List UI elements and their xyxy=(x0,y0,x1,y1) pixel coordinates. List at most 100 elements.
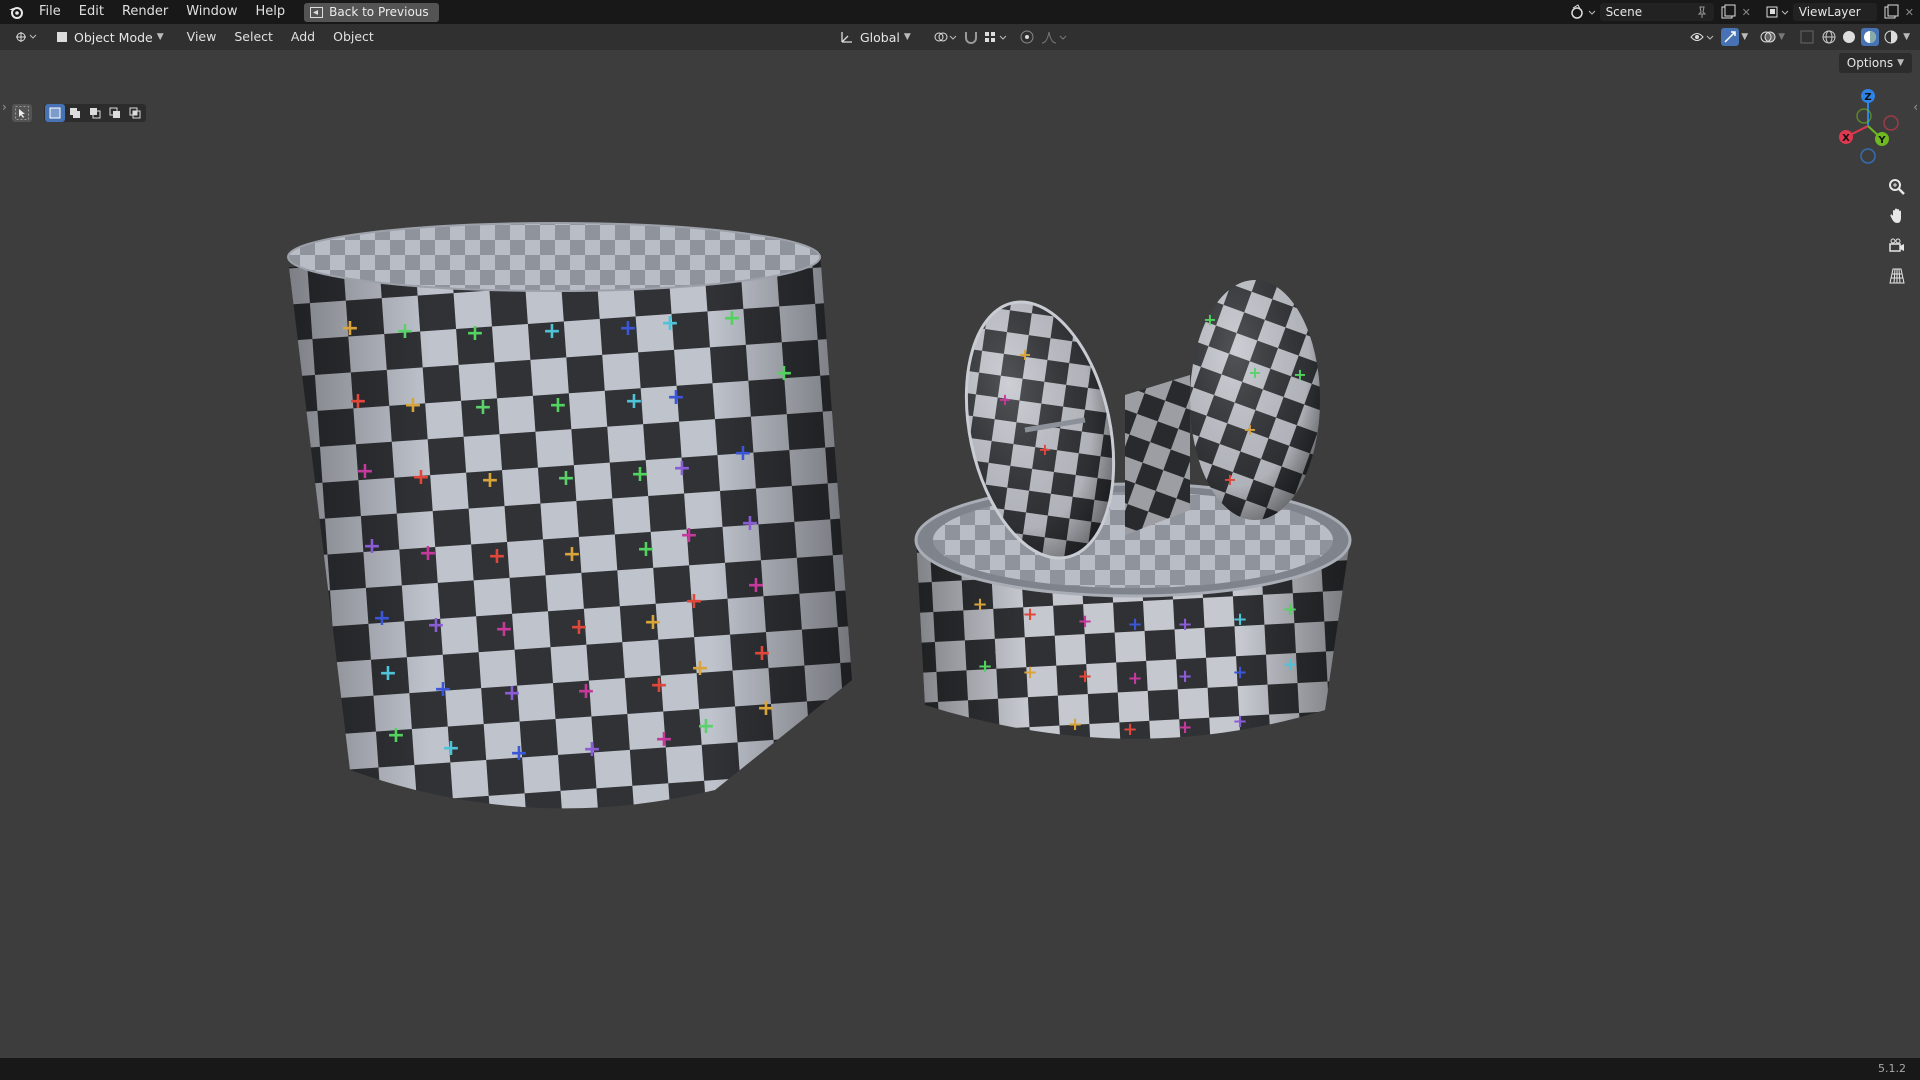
svg-text:+: + xyxy=(1177,666,1192,687)
chevron-down-icon: ▼ xyxy=(156,32,164,42)
sidebar-expand-arrow[interactable]: ‹ xyxy=(1913,100,1918,114)
svg-text:+: + xyxy=(379,661,397,686)
back-to-previous-button[interactable]: Back to Previous xyxy=(304,2,439,22)
rendered-shading-icon[interactable] xyxy=(1883,29,1899,45)
select-invert-button[interactable] xyxy=(105,104,125,122)
select-subtract-button[interactable] xyxy=(85,104,105,122)
svg-text:+: + xyxy=(481,468,499,493)
menu-add[interactable]: Add xyxy=(282,24,324,50)
transform-orientation-dropdown[interactable]: Global ▼ xyxy=(834,27,917,47)
select-new-icon xyxy=(49,107,61,119)
snap-target-icon[interactable] xyxy=(983,29,1009,45)
svg-text:+: + xyxy=(549,393,567,418)
options-label: Options xyxy=(1846,56,1894,70)
menu-view[interactable]: View xyxy=(178,24,226,50)
pan-button[interactable] xyxy=(1883,202,1911,230)
svg-text:+: + xyxy=(404,393,422,418)
snap-toggle-icon[interactable] xyxy=(963,29,979,45)
svg-text:+: + xyxy=(1022,662,1037,683)
new-scene-icon[interactable] xyxy=(1720,4,1736,20)
svg-text:+: + xyxy=(1022,604,1037,625)
options-dropdown[interactable]: Options ▼ xyxy=(1838,53,1912,73)
menu-edit[interactable]: Edit xyxy=(70,0,113,24)
svg-text:+: + xyxy=(723,306,741,331)
svg-text:+: + xyxy=(442,736,460,761)
camera-view-button[interactable] xyxy=(1883,232,1911,260)
svg-text:+: + xyxy=(356,459,374,484)
menu-file[interactable]: File xyxy=(30,0,70,24)
proportional-editing-icon[interactable] xyxy=(1019,29,1035,45)
menu-help[interactable]: Help xyxy=(247,0,295,24)
view-layer-field[interactable]: ViewLayer xyxy=(1792,3,1877,21)
svg-text:+: + xyxy=(543,319,561,344)
gizmo-y-label: Y xyxy=(1877,135,1886,146)
pivot-point-icon[interactable] xyxy=(933,29,959,45)
overlays-toggle-icon[interactable] xyxy=(1760,29,1776,45)
navigation-gizmo[interactable]: Z X Y xyxy=(1828,86,1908,166)
header-center-controls: Global ▼ xyxy=(834,24,1069,50)
camera-icon xyxy=(1889,238,1904,252)
svg-text:+: + xyxy=(427,613,445,638)
pin-icon[interactable] xyxy=(1696,6,1708,18)
select-intersect-button[interactable] xyxy=(125,104,145,122)
svg-text:+: + xyxy=(474,395,492,420)
svg-text:+: + xyxy=(563,542,581,567)
gizmo-dropdown-icon[interactable]: ▼ xyxy=(1741,32,1748,42)
select-tool-button[interactable] xyxy=(12,104,32,122)
menu-window[interactable]: Window xyxy=(177,0,246,24)
svg-text:+: + xyxy=(1223,470,1236,489)
svg-text:+: + xyxy=(661,311,679,336)
cylinder-object[interactable]: + + + + + + + + + + + + ++ + + + + + ++ + + + + ++ + + + + + +++ … xyxy=(287,222,852,809)
svg-text:+: + xyxy=(1203,310,1216,329)
delete-scene-icon[interactable]: ✕ xyxy=(1742,6,1751,19)
scene-browse-icon[interactable] xyxy=(1570,4,1596,20)
svg-text:+: + xyxy=(1038,440,1051,459)
svg-text:+: + xyxy=(972,594,987,615)
grid-icon xyxy=(1889,268,1905,284)
3d-viewport[interactable]: + + + + + + + + + + + + + + + + + + + + + + + + + + + + + + + + + + + … xyxy=(0,50,1920,1060)
select-invert-icon xyxy=(109,107,120,118)
svg-text:+: + xyxy=(1177,614,1192,635)
material-preview-shading-icon[interactable] xyxy=(1861,28,1880,46)
gizmo-toggle-icon[interactable] xyxy=(1721,28,1740,46)
svg-text:+: + xyxy=(1282,654,1297,675)
svg-text:+: + xyxy=(412,465,430,490)
menu-object[interactable]: Object xyxy=(324,24,383,50)
chevron-down-icon: ▼ xyxy=(1897,58,1904,68)
orientation-label: Global xyxy=(860,29,900,45)
select-new-button[interactable] xyxy=(45,104,65,122)
zoom-button[interactable] xyxy=(1883,173,1911,201)
proportional-falloff-icon[interactable] xyxy=(1041,29,1069,45)
chevron-down-icon: ▼ xyxy=(903,32,911,42)
scene-render[interactable]: + + + + + + + + + + + + + + + + + + + + + + + + + + + + + + + + + + + … xyxy=(0,50,1920,1060)
perspective-toggle-button[interactable] xyxy=(1883,262,1911,290)
back-icon xyxy=(310,6,324,18)
svg-text:+: + xyxy=(691,656,709,681)
wireframe-shading-icon[interactable] xyxy=(1821,29,1837,45)
svg-text:+: + xyxy=(583,737,601,762)
select-intersect-icon xyxy=(129,107,141,119)
menu-render[interactable]: Render xyxy=(113,0,177,24)
delete-view-layer-icon[interactable]: ✕ xyxy=(1905,6,1914,19)
view-layer-browse-icon[interactable] xyxy=(1765,4,1791,20)
scene-field[interactable]: Scene xyxy=(1599,3,1714,21)
editor-type-icon[interactable] xyxy=(14,30,40,44)
svg-text:+: + xyxy=(757,696,775,721)
toolbar-expand-arrow[interactable]: › xyxy=(2,100,7,114)
xray-toggle-icon[interactable] xyxy=(1799,29,1815,45)
blender-logo-icon[interactable] xyxy=(6,2,26,22)
svg-text:+: + xyxy=(396,319,414,344)
svg-text:+: + xyxy=(349,389,367,414)
svg-text:+: + xyxy=(977,656,992,677)
solid-shading-icon[interactable] xyxy=(1841,29,1857,45)
shading-dropdown-icon[interactable]: ▼ xyxy=(1903,32,1910,42)
select-extend-button[interactable] xyxy=(65,104,85,122)
mode-dropdown[interactable]: Object Mode ▼ xyxy=(50,27,170,47)
menu-select[interactable]: Select xyxy=(225,24,282,50)
overlays-dropdown-icon[interactable]: ▼ xyxy=(1778,32,1785,42)
base-disc-object[interactable]: + + + + + + + + + + + + + + + + + + + + + + + + + + xyxy=(914,280,1352,740)
svg-text:+: + xyxy=(1077,611,1092,632)
new-view-layer-icon[interactable] xyxy=(1883,4,1899,20)
svg-text:+: + xyxy=(741,511,759,536)
visibility-icon[interactable] xyxy=(1689,29,1717,45)
